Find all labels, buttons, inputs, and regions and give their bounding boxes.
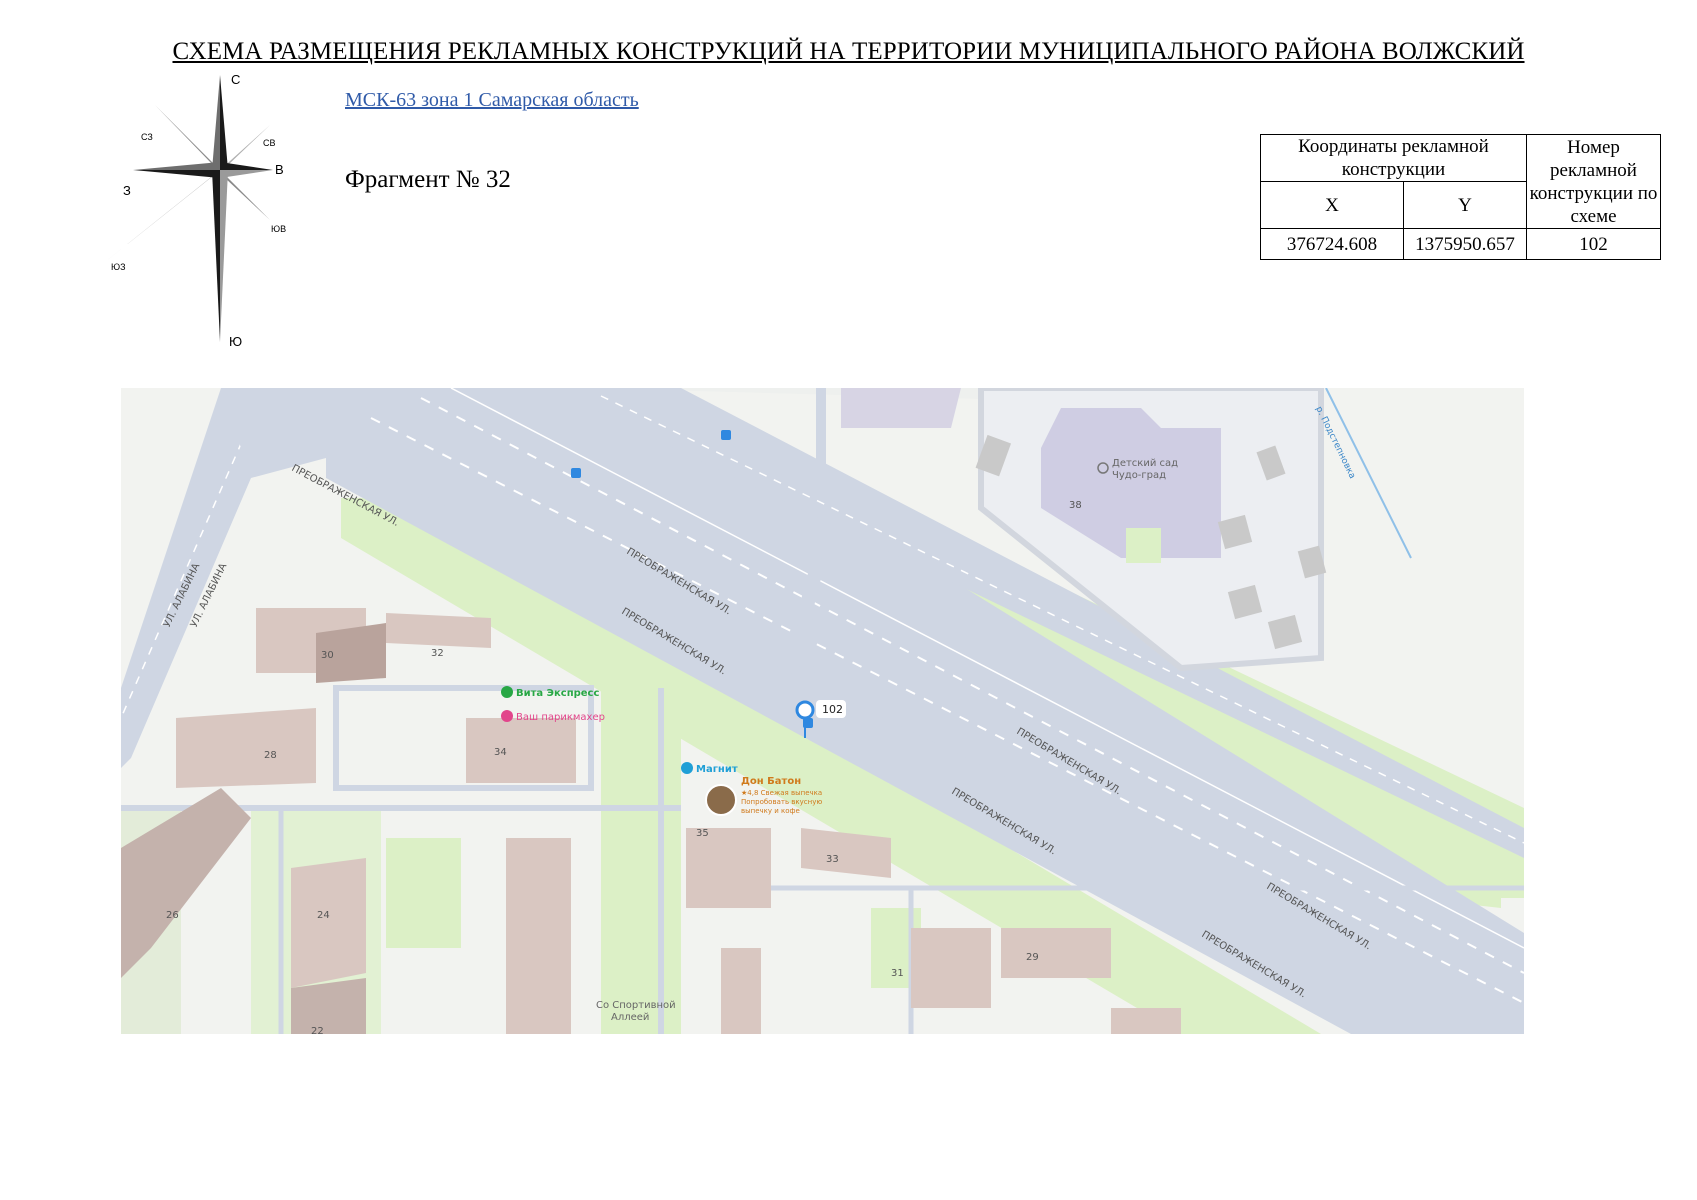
building-number-38: 38 <box>1069 500 1082 511</box>
compass-se: ЮВ <box>271 224 286 234</box>
alley-label-1: Со Спортивной <box>596 1000 676 1011</box>
poi-vita-express[interactable]: Вита Экспресс <box>516 688 599 699</box>
y-value-cell: 1375950.657 <box>1403 228 1527 260</box>
compass-sw: ЮЗ <box>111 262 126 272</box>
compass-e: В <box>275 162 284 177</box>
building-number-29: 29 <box>1026 952 1039 963</box>
x-value-cell: 376724.608 <box>1260 228 1404 260</box>
building-28 <box>176 708 316 788</box>
crs-link[interactable]: МСК-63 зона 1 Самарская область <box>345 89 639 112</box>
poi-magnit[interactable]: Магнит <box>696 764 738 775</box>
map-canvas: ПРЕОБРАЖЕНСКАЯ УЛ. ПРЕОБРАЖЕНСКАЯ УЛ. ПР… <box>121 388 1524 1034</box>
poi-don-baton-line2: Попробовать вкусную <box>741 798 822 806</box>
compass-north-left <box>212 75 220 170</box>
hairdresser-icon[interactable] <box>501 710 513 722</box>
x-header-cell: X <box>1260 181 1404 229</box>
building-number-33: 33 <box>826 854 839 865</box>
bakery-photo-icon[interactable] <box>705 784 737 816</box>
poi-don-baton[interactable]: Дон Батон <box>741 776 801 787</box>
number-value-cell: 102 <box>1526 228 1661 260</box>
compass-east-bottom <box>220 170 273 178</box>
building-35 <box>686 828 771 908</box>
compass-ne: СВ <box>263 138 276 148</box>
building-alley <box>506 838 571 1034</box>
coordinates-table: Координаты рекламной конструкции Номер р… <box>1260 134 1661 260</box>
building-29 <box>1001 928 1111 978</box>
fragment-label: Фрагмент № 32 <box>345 166 511 193</box>
building-number-30: 30 <box>321 650 334 661</box>
building-number-28: 28 <box>264 750 277 761</box>
shop-icon[interactable] <box>681 762 693 774</box>
building-number-35: 35 <box>696 828 709 839</box>
map-fragment[interactable]: ПРЕОБРАЖЕНСКАЯ УЛ. ПРЕОБРАЖЕНСКАЯ УЛ. ПР… <box>121 388 1524 1034</box>
building-32 <box>386 613 491 648</box>
building-number-31: 31 <box>891 968 904 979</box>
building-31 <box>911 928 991 1008</box>
poi-don-baton-line3: выпечку и кофе <box>741 807 800 815</box>
marker-label[interactable]: 102 <box>822 703 843 716</box>
number-header-cell: Номер рекламной конструкции по схеме <box>1526 134 1661 229</box>
building-number-26: 26 <box>166 910 179 921</box>
bus-stop-icon-2[interactable] <box>721 430 731 440</box>
kindergarten-label-2: Чудо-град <box>1112 470 1166 481</box>
compass-rose-icon: С Ю В З СВ СЗ ЮВ ЮЗ <box>105 72 286 349</box>
green-alley <box>601 688 681 1034</box>
compass-south-right <box>220 170 228 342</box>
y-header-cell: Y <box>1403 181 1527 229</box>
alley-label-2: Аллеей <box>611 1012 649 1023</box>
compass-nw-arm <box>155 105 220 170</box>
compass-south-left <box>212 170 220 342</box>
compass-s: Ю <box>229 334 242 349</box>
compass-west-top <box>133 162 220 170</box>
compass-nw: СЗ <box>141 132 153 142</box>
building-24 <box>291 858 366 988</box>
compass-west-bottom <box>133 170 220 178</box>
building-number-34: 34 <box>494 747 507 758</box>
building-34 <box>466 718 576 783</box>
compass-w: З <box>123 183 131 198</box>
compass-north-right <box>220 75 228 170</box>
building-number-32: 32 <box>431 648 444 659</box>
compass-n: С <box>231 72 240 87</box>
poi-don-baton-rating: ★4,8 Свежая выпечка <box>741 789 822 797</box>
bus-stop-icon-1[interactable] <box>571 468 581 478</box>
kindergarten-label-1: Детский сад <box>1112 458 1178 469</box>
building-number-22: 22 <box>311 1026 324 1034</box>
pharmacy-icon[interactable] <box>501 686 513 698</box>
coords-header-cell: Координаты рекламной конструкции <box>1260 134 1527 182</box>
poi-hairdresser[interactable]: Ваш парикмахер <box>516 712 605 723</box>
page-title: СХЕМА РАЗМЕЩЕНИЯ РЕКЛАМНЫХ КОНСТРУКЦИЙ Н… <box>172 38 1525 65</box>
map-pin-icon[interactable] <box>795 700 815 720</box>
building-number-24: 24 <box>317 910 330 921</box>
